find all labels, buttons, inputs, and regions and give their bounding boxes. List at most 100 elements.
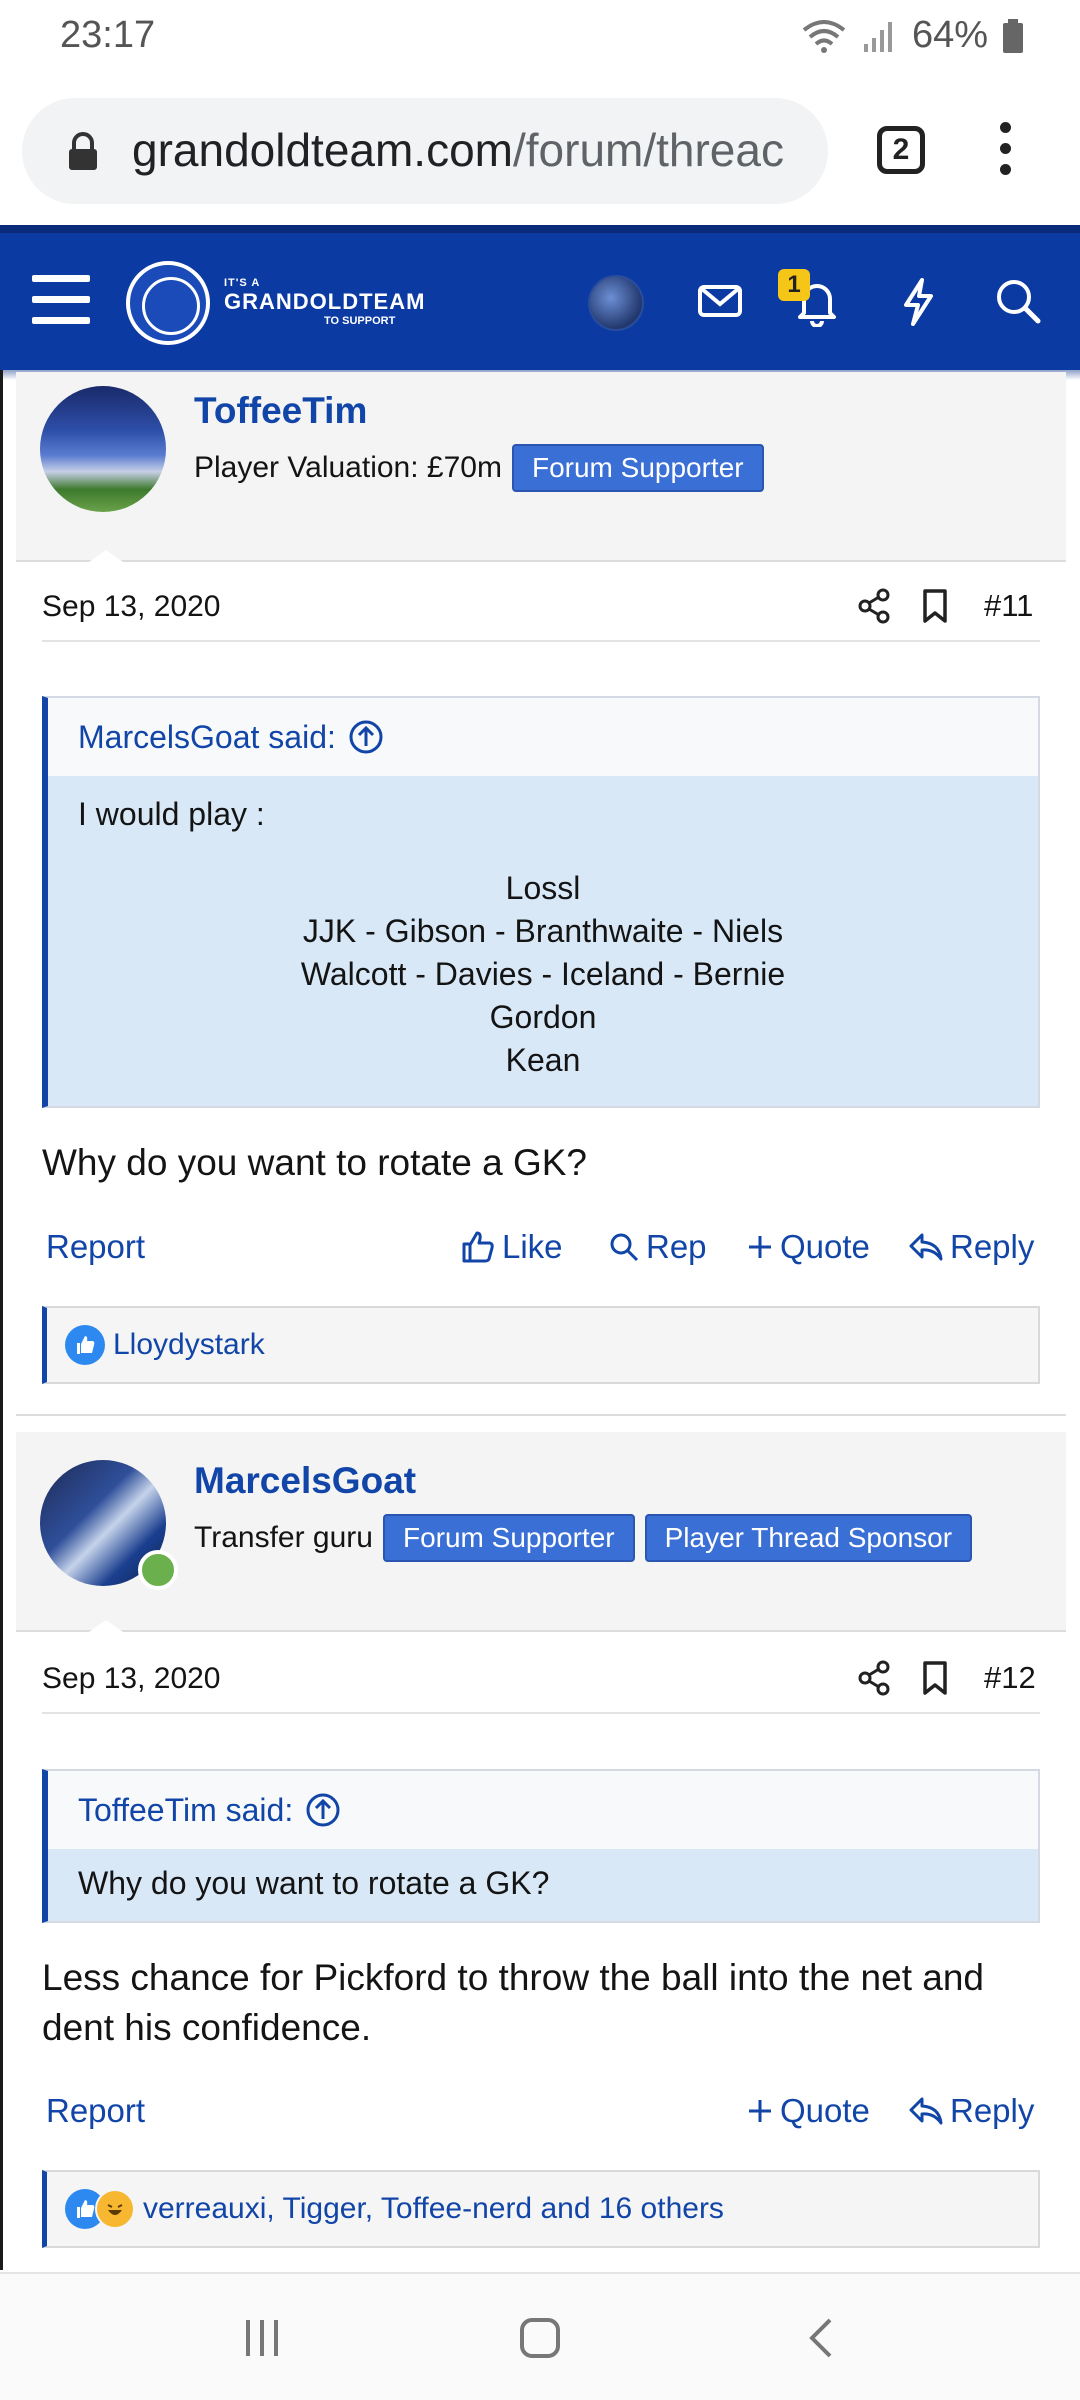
url-path: /forum/threac: [512, 124, 784, 176]
battery-icon: [1003, 18, 1023, 53]
post-message: Why do you want to rotate a GK?: [42, 1142, 588, 1183]
post-date[interactable]: Sep 13, 2020: [42, 590, 221, 624]
site-logo-icon[interactable]: [126, 261, 210, 345]
reply-icon: [909, 2097, 943, 2125]
post-number[interactable]: #12: [984, 1660, 1036, 1696]
post-meta: Sep 13, 2020 #12: [42, 1644, 1040, 1714]
reply-label: Reply: [950, 1228, 1035, 1265]
site-logo-text[interactable]: IT'S A GRANDOLDTEAM TO SUPPORT: [224, 277, 425, 327]
url-host: grandoldteam.com: [132, 124, 513, 176]
report-link[interactable]: Report: [46, 2092, 145, 2130]
thumbs-up-icon: [462, 1231, 494, 1263]
post-username[interactable]: ToffeeTim: [194, 390, 367, 432]
post-meta: Sep 13, 2020 #11: [42, 572, 1040, 642]
reactions-users[interactable]: Lloydystark: [113, 1328, 265, 1362]
post-actions: Report Like Rep Quote Reply: [42, 1218, 1040, 1278]
rep-button[interactable]: Rep: [608, 1228, 707, 1266]
quote-attribution: MarcelsGoat said:: [78, 718, 336, 755]
plus-icon: [749, 1236, 771, 1258]
system-nav-bar: [0, 2272, 1080, 2400]
status-icons: 64%: [800, 14, 1024, 57]
plus-icon: [749, 2100, 771, 2122]
browser-toolbar: grandoldteam.com/forum/threac 2: [0, 80, 1080, 225]
share-icon[interactable]: [856, 588, 892, 624]
quote-line: Kean: [505, 1042, 581, 1078]
bookmark-icon[interactable]: [920, 1660, 950, 1696]
quote-attribution: ToffeeTim said:: [78, 1791, 294, 1828]
haha-reaction-icon: [95, 2189, 135, 2229]
rep-label: Rep: [646, 1228, 707, 1265]
post-username[interactable]: MarcelsGoat: [194, 1460, 416, 1502]
like-reaction-icon: [65, 1325, 105, 1365]
user-title-text: Transfer guru: [194, 1521, 373, 1554]
account-avatar[interactable]: [588, 275, 644, 331]
quote-header[interactable]: ToffeeTim said:: [48, 1771, 1038, 1849]
reply-label: Reply: [950, 2092, 1035, 2129]
like-label: Like: [502, 1228, 563, 1265]
reply-icon: [909, 1233, 943, 1261]
quote-header[interactable]: MarcelsGoat said:: [48, 698, 1038, 776]
quote-line: JJK - Gibson - Branthwaite - Niels: [302, 913, 784, 949]
quote-block: MarcelsGoat said: I would play : Lossl J…: [42, 696, 1040, 1108]
signal-icon: [863, 21, 892, 52]
forum-supporter-banner: Forum Supporter: [382, 1514, 635, 1562]
quote-body: I would play : Lossl JJK - Gibson - Bran…: [48, 776, 1038, 1106]
reply-button[interactable]: Reply: [908, 1228, 1034, 1266]
quote-button[interactable]: Quote: [746, 2092, 870, 2130]
quote-line: Gordon: [489, 999, 597, 1035]
quote-label: Quote: [780, 1228, 870, 1265]
inbox-icon[interactable]: [696, 277, 744, 325]
report-link[interactable]: Report: [46, 1228, 145, 1266]
arrow-up-circle-icon[interactable]: [348, 719, 384, 755]
reactions-bar[interactable]: Lloydystark: [42, 1306, 1040, 1384]
bolt-icon[interactable]: [898, 277, 938, 327]
post-actions: Report Quote Reply: [42, 2082, 1040, 2142]
reactions-bar[interactable]: verreauxi, Tigger, Toffee-nerd and 16 ot…: [42, 2170, 1040, 2248]
search-icon[interactable]: [994, 277, 1042, 325]
forum-header: IT'S A GRANDOLDTEAM TO SUPPORT 1: [0, 225, 1080, 380]
status-bar: 23:17 64%: [0, 0, 1080, 80]
user-avatar[interactable]: [40, 386, 166, 512]
home-icon[interactable]: [518, 2316, 562, 2360]
post-number[interactable]: #11: [984, 588, 1033, 624]
menu-icon[interactable]: [32, 275, 90, 325]
reply-button[interactable]: Reply: [908, 2092, 1034, 2130]
post-date[interactable]: Sep 13, 2020: [42, 1662, 221, 1696]
address-bar[interactable]: grandoldteam.com/forum/threac: [22, 98, 828, 204]
bookmark-icon[interactable]: [920, 588, 950, 624]
forum-supporter-banner: Forum Supporter: [511, 444, 764, 492]
user-title: Player Valuation: £70m Forum Supporter: [194, 444, 764, 492]
quote-line: Walcott - Davies - Iceland - Bernie: [300, 956, 786, 992]
user-title-text: Player Valuation: £70m: [194, 451, 502, 484]
post-message: Less chance for Pickford to throw the ba…: [42, 1957, 985, 2048]
logo-big-text: GRANDOLDTEAM: [224, 289, 426, 314]
quote-intro: I would play :: [78, 796, 265, 832]
post-pointer: [86, 550, 126, 564]
back-icon[interactable]: [800, 2316, 844, 2360]
wifi-icon: [802, 19, 846, 53]
page-edge: [0, 370, 3, 2270]
tab-switcher-button[interactable]: 2: [877, 126, 925, 174]
post-user-block: MarcelsGoat Transfer guru Forum Supporte…: [16, 1432, 1066, 1634]
browser-menu-icon[interactable]: [995, 122, 1015, 182]
quote-button[interactable]: Quote: [746, 1228, 870, 1266]
quote-lineup: Lossl JJK - Gibson - Branthwaite - Niels…: [78, 867, 1008, 1082]
online-status-icon: [138, 1550, 178, 1590]
battery-percent: 64%: [911, 14, 988, 56]
lock-icon: [69, 132, 97, 170]
arrow-up-circle-icon[interactable]: [305, 1792, 341, 1828]
quote-block: ToffeeTim said: Why do you want to rotat…: [42, 1769, 1040, 1923]
alert-count-badge: 1: [778, 269, 810, 301]
url-text: grandoldteam.com/forum/threac: [132, 123, 784, 177]
user-title: Transfer guru Forum Supporter Player Thr…: [194, 1514, 973, 1562]
post-user-block: ToffeeTim Player Valuation: £70m Forum S…: [16, 372, 1066, 564]
quote-text: Why do you want to rotate a GK?: [78, 1865, 550, 1901]
reactions-users[interactable]: verreauxi, Tigger, Toffee-nerd and 16 ot…: [143, 2192, 724, 2226]
recent-apps-icon[interactable]: [240, 2316, 284, 2360]
status-time: 23:17: [60, 14, 156, 56]
search-icon: [610, 1233, 639, 1262]
post-pointer: [86, 1620, 126, 1634]
like-button[interactable]: Like: [460, 1228, 563, 1266]
share-icon[interactable]: [856, 1660, 892, 1696]
quote-body: Why do you want to rotate a GK?: [48, 1849, 1038, 1921]
